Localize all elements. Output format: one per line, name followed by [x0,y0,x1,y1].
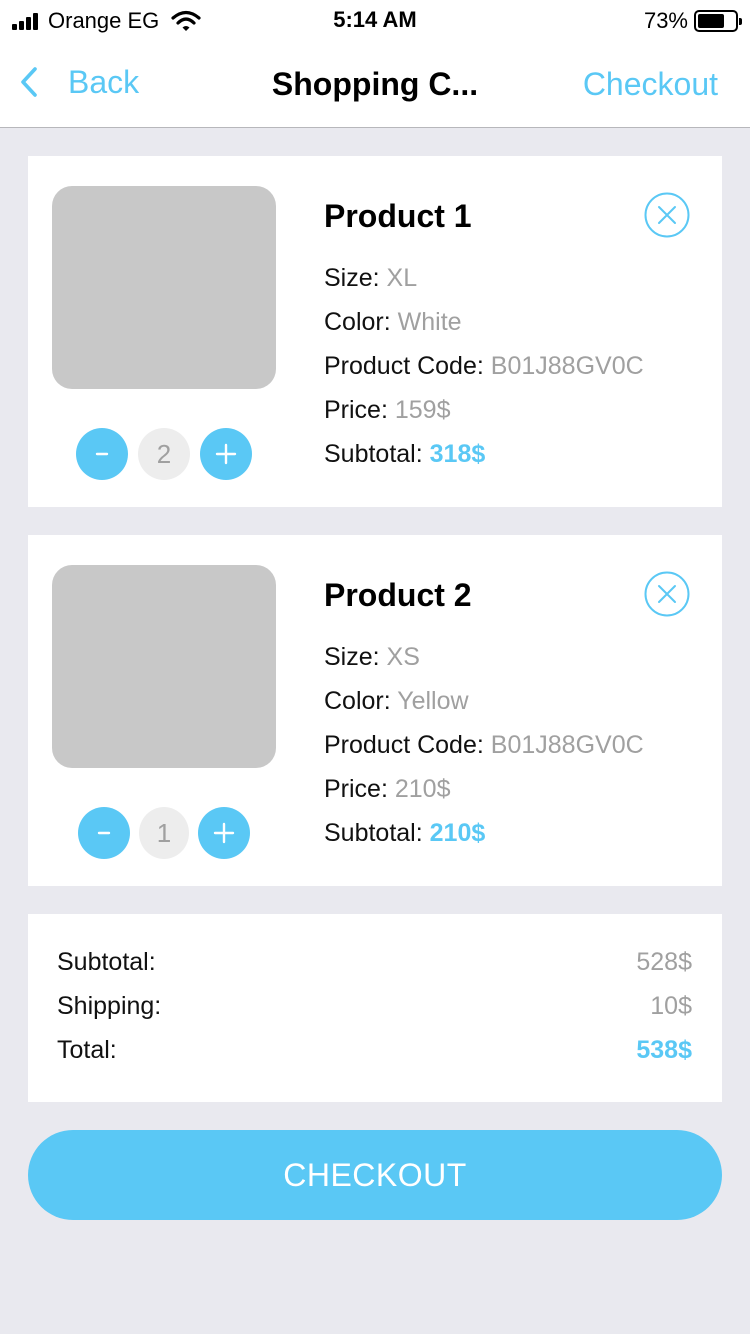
summary-shipping-label: Shipping: [57,992,162,1020]
product-code: Product Code: B01J88GV0C [324,723,654,767]
product-price: Price: 159$ [324,388,654,432]
product-card: 1 Product 2 Size: XS Color: Yellow Produ… [28,535,722,886]
code-label: Product Code: [324,731,484,759]
subtotal-label: Subtotal: [324,819,423,847]
remove-item-icon[interactable] [644,192,690,238]
product-color: Color: Yellow [324,679,654,723]
quantity-stepper: 2 [76,428,252,480]
nav-checkout-button[interactable]: Checkout [583,64,718,104]
battery-level [698,14,725,28]
status-bar: Orange EG 5:14 AM 73% [0,0,750,40]
code-label: Product Code: [324,352,484,380]
price-label: Price: [324,396,388,424]
order-summary: Subtotal: 528$ Shipping: 10$ Total: 538$ [28,914,722,1102]
summary-subtotal-row: Subtotal: 528$ [57,940,692,984]
status-right: 73% [643,8,742,34]
color-label: Color: [324,687,391,715]
status-time: 5:14 AM [333,7,417,32]
summary-shipping-value: 10$ [650,992,692,1020]
size-value: XS [386,643,420,671]
quantity-value: 2 [138,428,190,480]
product-subtotal: Subtotal: 318$ [324,432,654,476]
product-subtotal: Subtotal: 210$ [324,811,654,855]
product-size: Size: XL [324,256,654,300]
product-info: Product 1 Size: XL Color: White Product … [324,194,654,476]
decrease-quantity-button[interactable] [78,807,130,859]
plus-icon [213,822,235,844]
subtotal-label: Subtotal: [324,440,423,468]
summary-total-label: Total: [57,1036,117,1064]
navigation-bar: Back Shopping C... Checkout [0,40,750,128]
plus-icon [215,443,237,465]
product-code: Product Code: B01J88GV0C [324,344,654,388]
product-info: Product 2 Size: XS Color: Yellow Product… [324,573,654,855]
code-value: B01J88GV0C [490,731,644,759]
quantity-value: 1 [139,807,189,859]
summary-total-row: Total: 538$ [57,1028,692,1072]
color-value: White [397,308,462,336]
product-color: Color: White [324,300,654,344]
minus-icon [95,452,109,456]
increase-quantity-button[interactable] [200,428,252,480]
summary-shipping-row: Shipping: 10$ [57,984,692,1028]
size-value: XL [386,264,418,292]
price-value: 210$ [394,775,451,803]
battery-percent: 73% [643,8,688,33]
product-image [52,565,276,768]
page-title: Shopping C... [271,66,479,102]
summary-total-value: 538$ [636,1036,692,1064]
product-card: 2 Product 1 Size: XL Color: White Produc… [28,156,722,507]
product-size: Size: XS [324,635,654,679]
increase-quantity-button[interactable] [198,807,250,859]
chevron-left-icon [21,67,37,97]
product-price: Price: 210$ [324,767,654,811]
subtotal-value: 210$ [429,819,486,847]
color-value: Yellow [397,687,469,715]
back-label: Back [68,64,140,100]
quantity-stepper: 1 [78,807,250,859]
size-label: Size: [324,264,380,292]
decrease-quantity-button[interactable] [76,428,128,480]
product-name: Product 1 [324,198,472,234]
battery-cap [739,18,742,25]
price-label: Price: [324,775,388,803]
code-value: B01J88GV0C [490,352,644,380]
summary-subtotal-label: Subtotal: [57,948,156,976]
product-image [52,186,276,389]
battery-icon [694,10,742,32]
size-label: Size: [324,643,380,671]
checkout-button[interactable]: CHECKOUT [28,1130,722,1220]
remove-item-icon[interactable] [644,571,690,617]
back-button[interactable]: Back [18,62,139,102]
minus-icon [97,831,111,835]
product-name: Product 2 [324,577,472,613]
summary-subtotal-value: 528$ [636,948,692,976]
subtotal-value: 318$ [429,440,486,468]
price-value: 159$ [394,396,451,424]
color-label: Color: [324,308,391,336]
